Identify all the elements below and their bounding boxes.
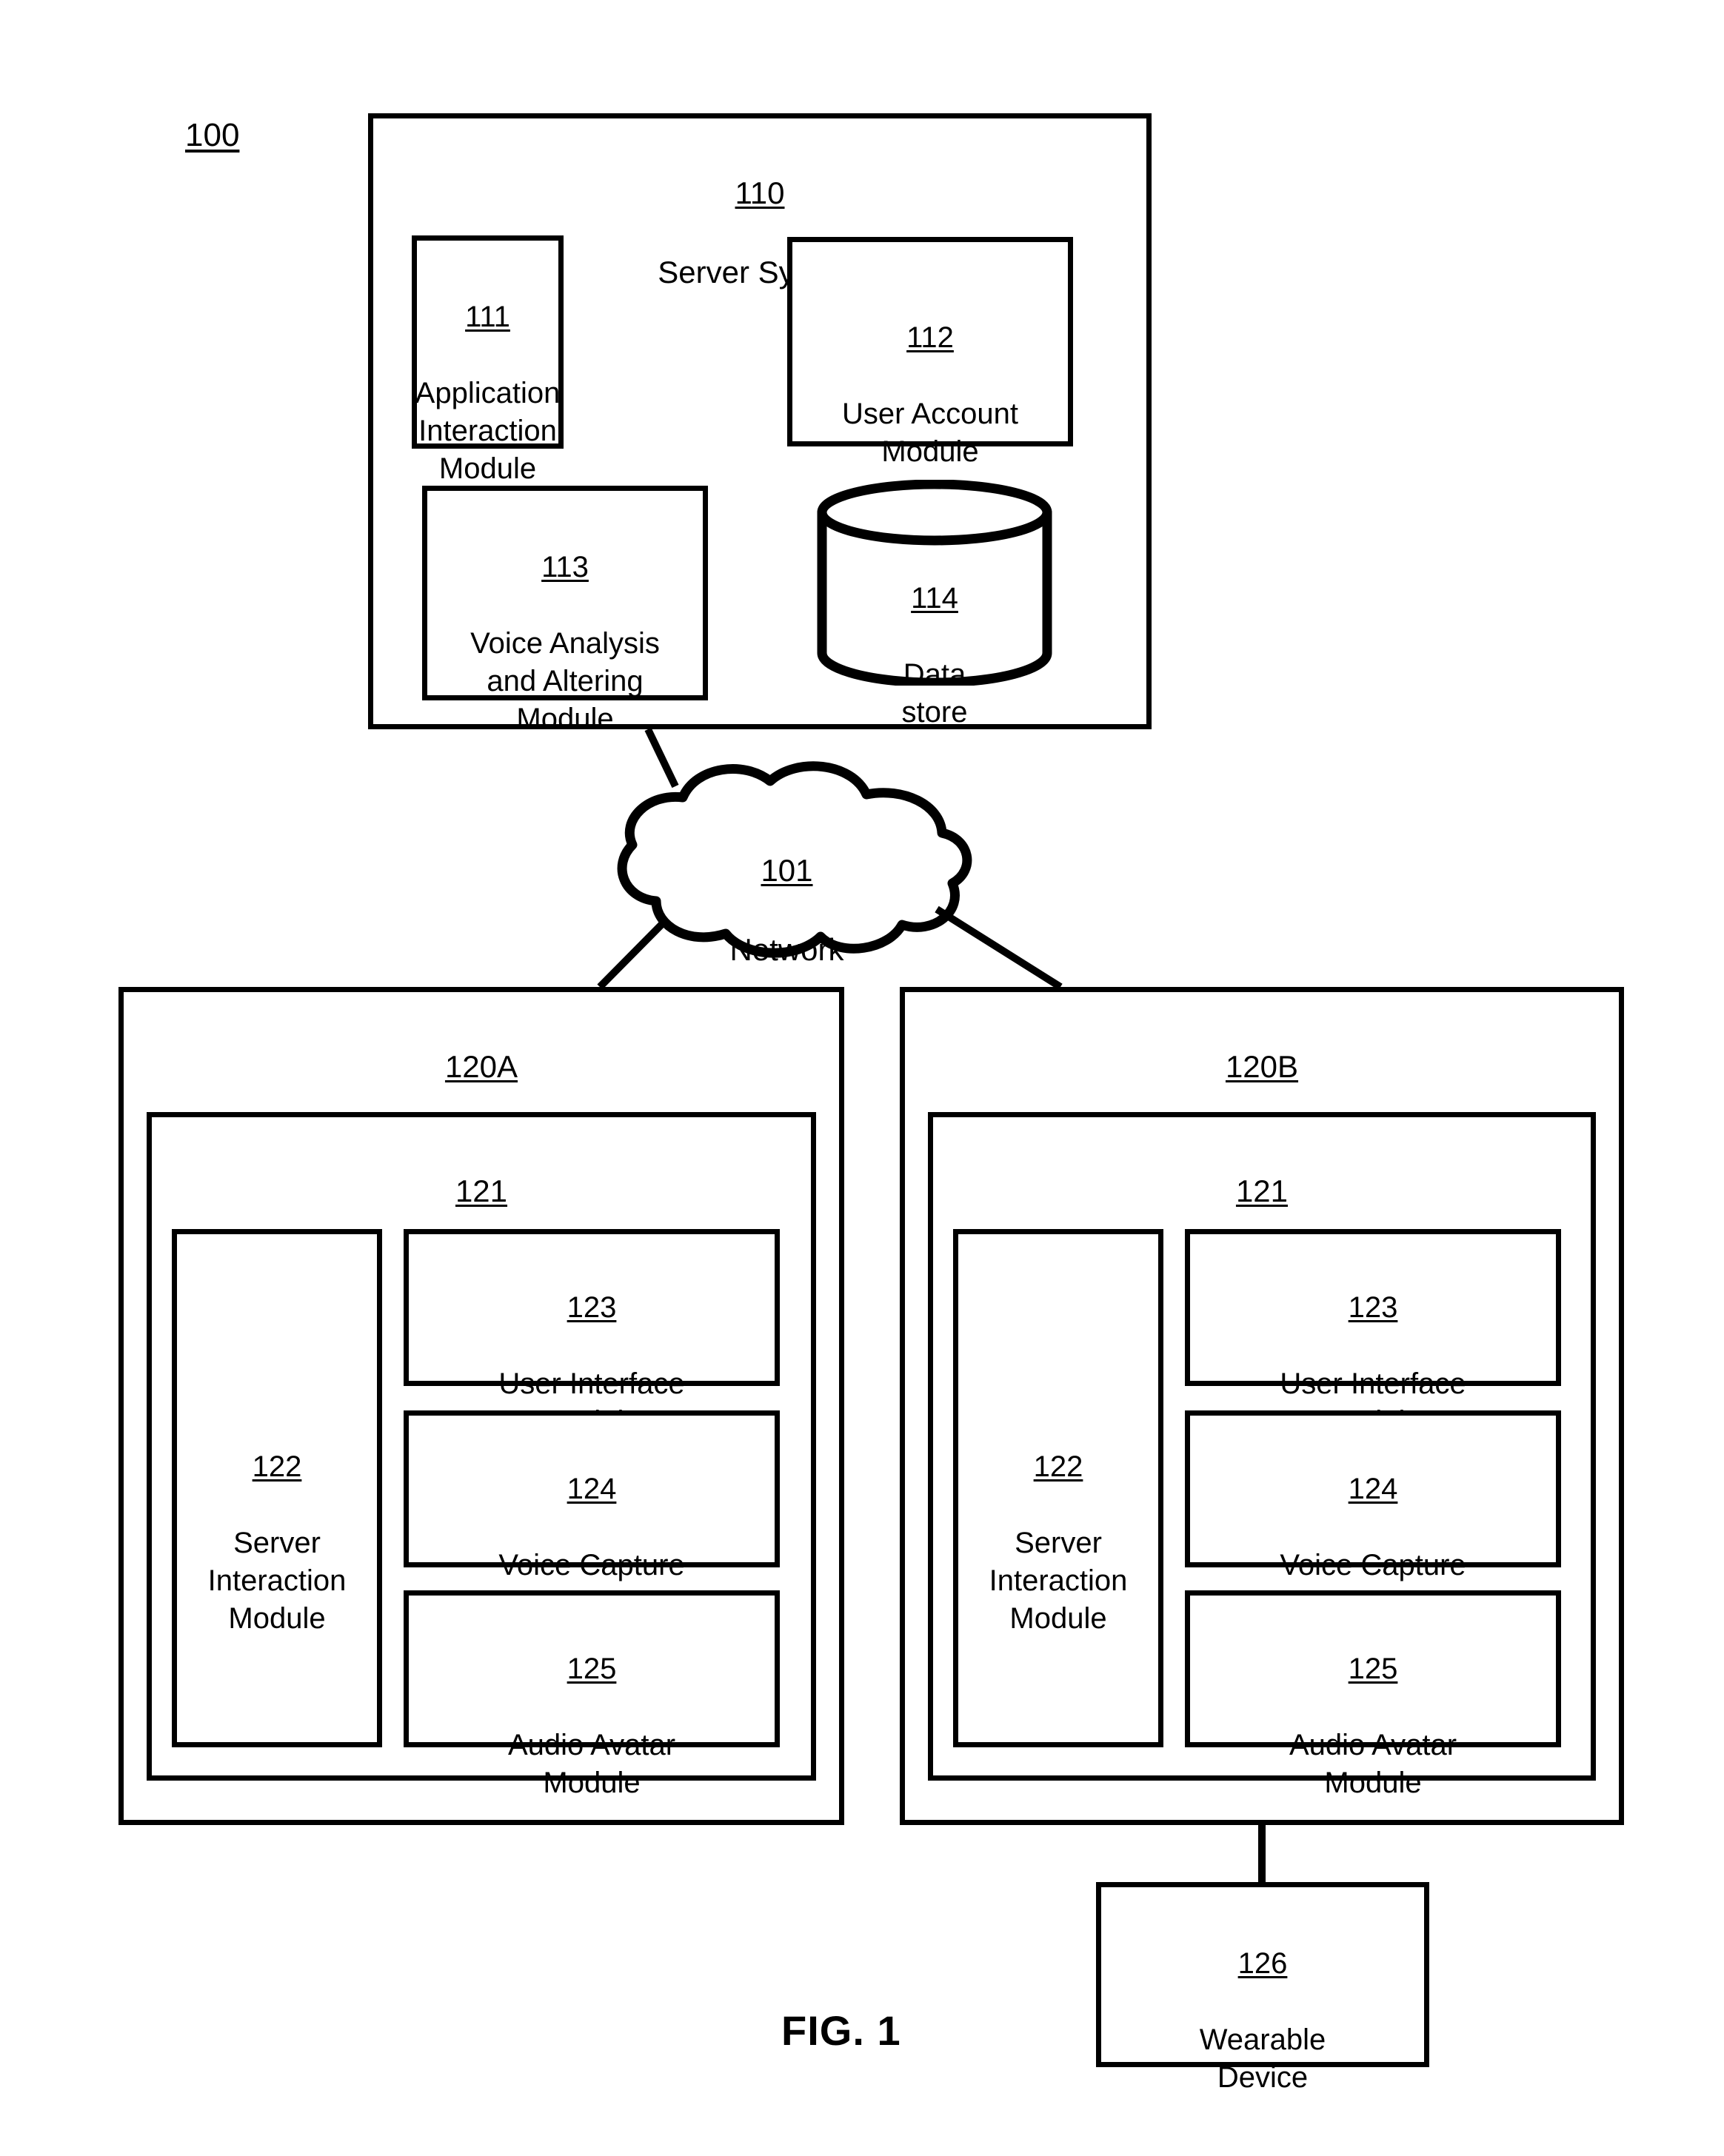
application-interaction-module-title: Application Interaction Module	[415, 376, 561, 485]
network-label: 101 Network	[585, 811, 989, 1010]
user-device-a-ref: 120A	[444, 1048, 518, 1084]
user-device-b-ref: 120B	[1225, 1048, 1299, 1084]
data-store-label: 114 Data store	[817, 542, 1052, 769]
voice-analysis-module-label: 113 Voice Analysis and Altering Module	[418, 511, 712, 776]
application-a-ref: 121	[455, 1173, 508, 1208]
voice-capture-module-b-ref: 124	[1348, 1473, 1398, 1506]
audio-avatar-module-b-ref: 125	[1348, 1653, 1398, 1686]
wearable-device-title: Wearable Device	[1199, 2023, 1326, 2094]
server-system-ref: 110	[735, 175, 785, 210]
voice-analysis-module-title: Voice Analysis and Altering Module	[470, 626, 660, 735]
data-store-title: Data store	[901, 657, 968, 729]
user-account-module-title: User Account Module	[842, 397, 1018, 468]
audio-avatar-module-b-title: Audio Avatar Module	[1289, 1728, 1457, 1799]
system-reference-number: 100	[185, 117, 240, 153]
network-title: Network	[729, 932, 844, 968]
server-interaction-module-a-label: 122 Server Interaction Module	[167, 1410, 387, 1675]
data-store-ref: 114	[911, 582, 958, 615]
user-interface-module-a-ref: 123	[567, 1291, 617, 1325]
application-b-ref: 121	[1235, 1173, 1289, 1208]
server-interaction-module-a-title: Server Interaction Module	[207, 1526, 347, 1635]
audio-avatar-module-b-label: 125 Audio Avatar Module	[1185, 1613, 1561, 1840]
user-interface-module-b-ref: 123	[1348, 1291, 1398, 1325]
user-account-module-ref: 112	[906, 321, 954, 355]
audio-avatar-module-a-ref: 125	[567, 1653, 617, 1686]
server-interaction-module-b-title: Server Interaction Module	[989, 1526, 1128, 1635]
voice-analysis-module-ref: 113	[541, 551, 589, 584]
audio-avatar-module-a-label: 125 Audio Avatar Module	[404, 1613, 780, 1840]
network-ref: 101	[761, 852, 813, 888]
figure-canvas: 100 110 Server System 111 Application In…	[0, 0, 1724, 2156]
application-interaction-module-ref: 111	[465, 301, 510, 334]
figure-caption: FIG. 1	[781, 2007, 901, 2054]
server-interaction-module-a-ref: 122	[252, 1450, 302, 1484]
user-account-module-label: 112 User Account Module	[787, 281, 1073, 509]
voice-capture-module-a-ref: 124	[567, 1473, 617, 1506]
audio-avatar-module-a-title: Audio Avatar Module	[507, 1728, 676, 1799]
server-interaction-module-b-label: 122 Server Interaction Module	[948, 1410, 1169, 1675]
server-interaction-module-b-ref: 122	[1033, 1450, 1083, 1484]
wearable-device-label: 126 Wearable Device	[1096, 1907, 1429, 2135]
wearable-device-ref: 126	[1237, 1947, 1288, 1981]
